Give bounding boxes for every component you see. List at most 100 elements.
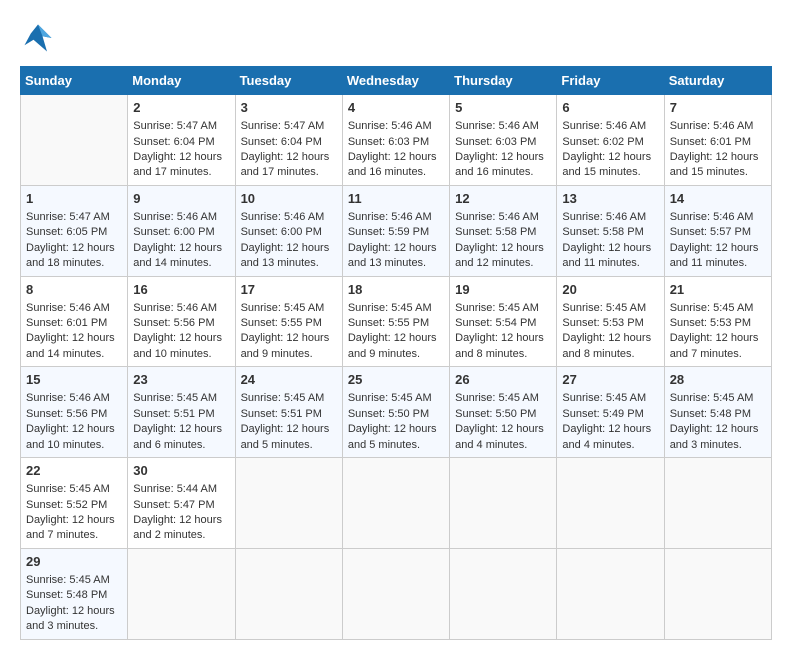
day-info: Sunrise: 5:47 AMSunset: 6:05 PMDaylight:… xyxy=(26,211,115,269)
day-number: 17 xyxy=(241,281,337,299)
calendar-cell: 2 Sunrise: 5:47 AMSunset: 6:04 PMDaylight… xyxy=(128,95,235,186)
day-info: Sunrise: 5:45 AMSunset: 5:53 PMDaylight:… xyxy=(670,302,759,360)
page-header xyxy=(20,20,772,56)
calendar-cell: 29Sunrise: 5:45 AMSunset: 5:48 PMDayligh… xyxy=(21,548,128,639)
calendar-cell: 1Sunrise: 5:47 AMSunset: 6:05 PMDaylight… xyxy=(21,185,128,276)
calendar-cell: 3 Sunrise: 5:47 AMSunset: 6:04 PMDaylight… xyxy=(235,95,342,186)
day-number: 15 xyxy=(26,371,122,389)
day-number: 13 xyxy=(562,190,658,208)
calendar-cell: 5 Sunrise: 5:46 AMSunset: 6:03 PMDaylight… xyxy=(450,95,557,186)
calendar-cell: 27Sunrise: 5:45 AMSunset: 5:49 PMDayligh… xyxy=(557,367,664,458)
day-number: 16 xyxy=(133,281,229,299)
calendar-cell xyxy=(21,95,128,186)
day-info: Sunrise: 5:46 AMSunset: 5:57 PMDaylight:… xyxy=(670,211,759,269)
calendar-cell: 19 Sunrise: 5:45 AMSunset: 5:54 PMDayligh… xyxy=(450,276,557,367)
day-info: Sunrise: 5:46 AMSunset: 5:56 PMDaylight:… xyxy=(26,392,115,450)
day-number: 24 xyxy=(241,371,337,389)
day-number: 22 xyxy=(26,462,122,480)
day-info: Sunrise: 5:46 AMSunset: 5:59 PMDaylight:… xyxy=(348,211,437,269)
day-info: Sunrise: 5:45 AMSunset: 5:54 PMDaylight:… xyxy=(455,302,544,360)
day-number: 2 xyxy=(133,99,229,117)
day-number: 10 xyxy=(241,190,337,208)
calendar-cell: 15 Sunrise: 5:46 AMSunset: 5:56 PMDayligh… xyxy=(21,367,128,458)
calendar-cell: 7 Sunrise: 5:46 AMSunset: 6:01 PMDaylight… xyxy=(664,95,771,186)
day-info: Sunrise: 5:45 AMSunset: 5:51 PMDaylight:… xyxy=(133,392,222,450)
calendar-cell: 20 Sunrise: 5:45 AMSunset: 5:53 PMDayligh… xyxy=(557,276,664,367)
calendar-cell xyxy=(235,548,342,639)
day-number: 4 xyxy=(348,99,444,117)
calendar-cell: 28Sunrise: 5:45 AMSunset: 5:48 PMDayligh… xyxy=(664,367,771,458)
day-number: 5 xyxy=(455,99,551,117)
day-number: 9 xyxy=(133,190,229,208)
calendar-table: SundayMondayTuesdayWednesdayThursdayFrid… xyxy=(20,66,772,640)
day-number: 12 xyxy=(455,190,551,208)
calendar-cell xyxy=(450,548,557,639)
day-info: Sunrise: 5:45 AMSunset: 5:52 PMDaylight:… xyxy=(26,483,115,541)
day-number: 19 xyxy=(455,281,551,299)
day-info: Sunrise: 5:46 AMSunset: 5:56 PMDaylight:… xyxy=(133,302,222,360)
calendar-cell xyxy=(342,548,449,639)
day-number: 26 xyxy=(455,371,551,389)
day-info: Sunrise: 5:47 AMSunset: 6:04 PMDaylight:… xyxy=(133,120,222,178)
calendar-cell: 11 Sunrise: 5:46 AMSunset: 5:59 PMDayligh… xyxy=(342,185,449,276)
calendar-cell: 16 Sunrise: 5:46 AMSunset: 5:56 PMDayligh… xyxy=(128,276,235,367)
day-info: Sunrise: 5:45 AMSunset: 5:50 PMDaylight:… xyxy=(455,392,544,450)
day-info: Sunrise: 5:45 AMSunset: 5:51 PMDaylight:… xyxy=(241,392,330,450)
day-info: Sunrise: 5:46 AMSunset: 6:03 PMDaylight:… xyxy=(455,120,544,178)
day-info: Sunrise: 5:46 AMSunset: 6:00 PMDaylight:… xyxy=(241,211,330,269)
day-number: 30 xyxy=(133,462,229,480)
calendar-header-saturday: Saturday xyxy=(664,67,771,95)
day-info: Sunrise: 5:46 AMSunset: 6:01 PMDaylight:… xyxy=(670,120,759,178)
logo-icon xyxy=(20,20,56,56)
day-info: Sunrise: 5:46 AMSunset: 6:01 PMDaylight:… xyxy=(26,302,115,360)
day-info: Sunrise: 5:45 AMSunset: 5:48 PMDaylight:… xyxy=(670,392,759,450)
calendar-cell: 4 Sunrise: 5:46 AMSunset: 6:03 PMDaylight… xyxy=(342,95,449,186)
calendar-header-wednesday: Wednesday xyxy=(342,67,449,95)
calendar-header-tuesday: Tuesday xyxy=(235,67,342,95)
calendar-cell: 10 Sunrise: 5:46 AMSunset: 6:00 PMDayligh… xyxy=(235,185,342,276)
calendar-cell xyxy=(235,458,342,549)
day-number: 27 xyxy=(562,371,658,389)
calendar-cell: 21Sunrise: 5:45 AMSunset: 5:53 PMDayligh… xyxy=(664,276,771,367)
calendar-cell xyxy=(557,458,664,549)
calendar-cell: 14 Sunrise: 5:46 AMSunset: 5:57 PMDayligh… xyxy=(664,185,771,276)
day-info: Sunrise: 5:45 AMSunset: 5:55 PMDaylight:… xyxy=(348,302,437,360)
day-info: Sunrise: 5:46 AMSunset: 5:58 PMDaylight:… xyxy=(455,211,544,269)
calendar-header-friday: Friday xyxy=(557,67,664,95)
calendar-cell: 12 Sunrise: 5:46 AMSunset: 5:58 PMDayligh… xyxy=(450,185,557,276)
calendar-cell: 25Sunrise: 5:45 AMSunset: 5:50 PMDayligh… xyxy=(342,367,449,458)
calendar-cell: 17Sunrise: 5:45 AMSunset: 5:55 PMDayligh… xyxy=(235,276,342,367)
calendar-cell xyxy=(128,548,235,639)
logo xyxy=(20,20,62,56)
day-info: Sunrise: 5:44 AMSunset: 5:47 PMDaylight:… xyxy=(133,483,222,541)
calendar-cell xyxy=(664,458,771,549)
day-number: 7 xyxy=(670,99,766,117)
day-info: Sunrise: 5:46 AMSunset: 5:58 PMDaylight:… xyxy=(562,211,651,269)
day-number: 3 xyxy=(241,99,337,117)
day-number: 14 xyxy=(670,190,766,208)
day-number: 18 xyxy=(348,281,444,299)
calendar-cell xyxy=(342,458,449,549)
day-info: Sunrise: 5:45 AMSunset: 5:53 PMDaylight:… xyxy=(562,302,651,360)
day-info: Sunrise: 5:46 AMSunset: 6:00 PMDaylight:… xyxy=(133,211,222,269)
day-number: 23 xyxy=(133,371,229,389)
day-number: 25 xyxy=(348,371,444,389)
calendar-cell: 13 Sunrise: 5:46 AMSunset: 5:58 PMDayligh… xyxy=(557,185,664,276)
calendar-cell: 24 Sunrise: 5:45 AMSunset: 5:51 PMDayligh… xyxy=(235,367,342,458)
calendar-cell xyxy=(450,458,557,549)
calendar-cell: 22 Sunrise: 5:45 AMSunset: 5:52 PMDayligh… xyxy=(21,458,128,549)
calendar-cell xyxy=(557,548,664,639)
day-number: 8 xyxy=(26,281,122,299)
calendar-header-monday: Monday xyxy=(128,67,235,95)
day-number: 6 xyxy=(562,99,658,117)
calendar-cell: 30 Sunrise: 5:44 AMSunset: 5:47 PMDayligh… xyxy=(128,458,235,549)
calendar-cell xyxy=(664,548,771,639)
calendar-cell: 9 Sunrise: 5:46 AMSunset: 6:00 PMDaylight… xyxy=(128,185,235,276)
day-number: 11 xyxy=(348,190,444,208)
day-info: Sunrise: 5:47 AMSunset: 6:04 PMDaylight:… xyxy=(241,120,330,178)
calendar-cell: 26 Sunrise: 5:45 AMSunset: 5:50 PMDayligh… xyxy=(450,367,557,458)
calendar-cell: 6Sunrise: 5:46 AMSunset: 6:02 PMDaylight… xyxy=(557,95,664,186)
day-info: Sunrise: 5:46 AMSunset: 6:03 PMDaylight:… xyxy=(348,120,437,178)
day-number: 20 xyxy=(562,281,658,299)
calendar-header-sunday: Sunday xyxy=(21,67,128,95)
